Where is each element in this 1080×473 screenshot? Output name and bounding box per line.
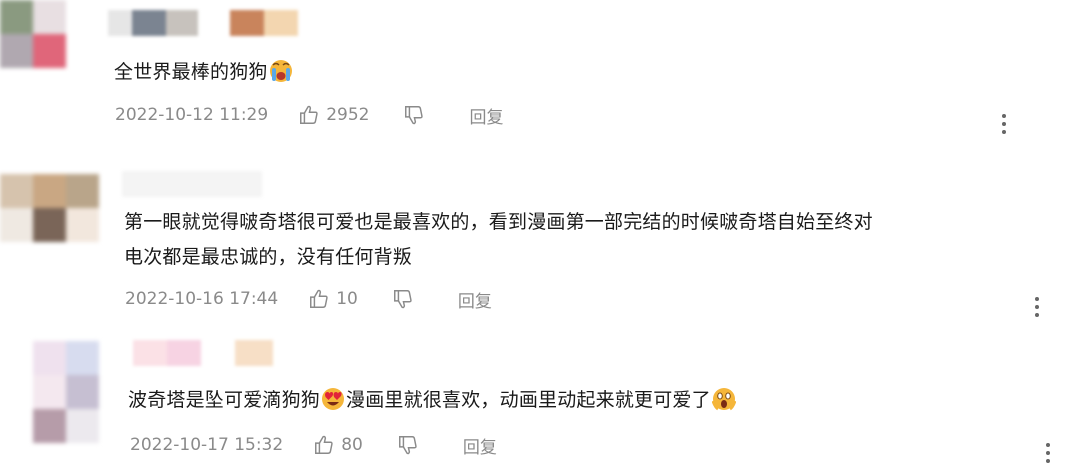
timestamp: 2022-10-16 17:44 xyxy=(125,289,279,309)
screaming-face-emoji xyxy=(711,388,736,411)
avatar[interactable] xyxy=(0,174,99,242)
crying-face-emoji xyxy=(269,60,292,82)
more-options-icon[interactable] xyxy=(1035,297,1041,317)
thumbs-down-icon[interactable] xyxy=(397,434,419,456)
timestamp: 2022-10-17 15:32 xyxy=(130,435,284,455)
comment-item: 波奇塔是坠可爱滴狗狗 漫画里就很喜欢，动画里动起来就更可爱了 2022-10-1… xyxy=(0,335,1080,473)
avatar[interactable] xyxy=(33,341,99,443)
thumbs-up-icon[interactable] xyxy=(308,288,330,310)
comment-text: 第一眼就觉得啵奇塔很可爱也是最喜欢的，看到漫画第一部完结的时候啵奇塔自始至终对 … xyxy=(124,205,1064,275)
thumbs-down-icon[interactable] xyxy=(392,288,414,310)
comment-meta: 2022-10-12 11:29 2952 回复 xyxy=(115,101,503,129)
comment-item: 全世界最棒的狗狗 2022-10-12 11:29 2952 回复 xyxy=(0,0,1080,150)
reply-button[interactable]: 回复 xyxy=(463,433,497,458)
comment-meta: 2022-10-17 15:32 80 回复 xyxy=(130,431,497,459)
username-blurred[interactable] xyxy=(122,171,262,197)
comment-meta: 2022-10-16 17:44 10 回复 xyxy=(125,285,492,313)
comment-item: 第一眼就觉得啵奇塔很可爱也是最喜欢的，看到漫画第一部完结的时候啵奇塔自始至终对 … xyxy=(0,150,1080,335)
username-blurred[interactable] xyxy=(108,10,333,36)
timestamp: 2022-10-12 11:29 xyxy=(115,105,269,125)
thumbs-down-icon[interactable] xyxy=(403,104,425,126)
username-blurred[interactable] xyxy=(133,340,273,366)
comment-text-line: 电次都是最忠诚的，没有任何背叛 xyxy=(124,246,413,268)
avatar[interactable] xyxy=(0,0,66,68)
like-count: 80 xyxy=(341,435,363,455)
like-count: 10 xyxy=(336,289,358,309)
comment-text: 全世界最棒的狗狗 xyxy=(114,55,294,90)
more-options-icon[interactable] xyxy=(1046,443,1052,463)
thumbs-up-icon[interactable] xyxy=(313,434,335,456)
comment-text: 波奇塔是坠可爱滴狗狗 漫画里就很喜欢，动画里动起来就更可爱了 xyxy=(128,383,737,418)
like-count: 2952 xyxy=(326,105,370,125)
comment-text-line: 第一眼就觉得啵奇塔很可爱也是最喜欢的，看到漫画第一部完结的时候啵奇塔自始至终对 xyxy=(124,211,873,233)
thumbs-up-icon[interactable] xyxy=(298,104,320,126)
heart-eyes-emoji xyxy=(322,388,345,410)
reply-button[interactable]: 回复 xyxy=(469,103,503,128)
reply-button[interactable]: 回复 xyxy=(458,287,492,312)
more-options-icon[interactable] xyxy=(1002,114,1008,134)
